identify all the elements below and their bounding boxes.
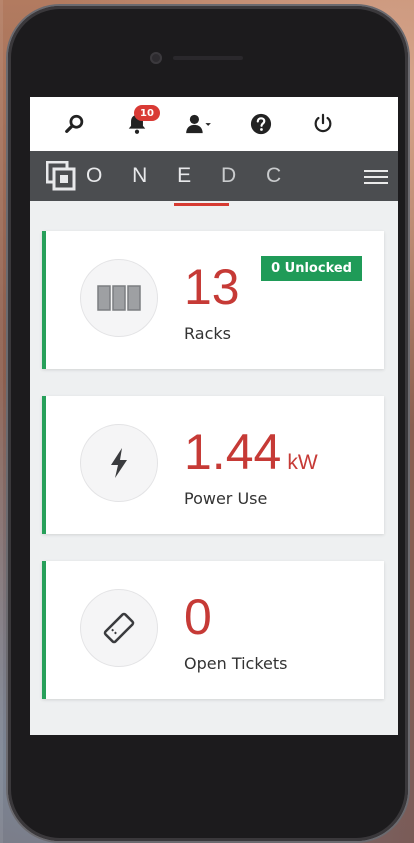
tickets-icon-circle [80, 589, 158, 667]
hamburger-line [364, 176, 388, 178]
search-icon [65, 114, 84, 133]
user-icon [186, 114, 211, 134]
caret-down-icon [205, 123, 211, 126]
open-tickets-count: 0 [184, 589, 212, 645]
hamburger-line [364, 170, 388, 172]
power-logout-button[interactable] [292, 97, 354, 151]
brand-name-one: O N E [86, 164, 204, 187]
onedc-logo-icon [46, 161, 76, 191]
racks-card[interactable]: 13 Racks 0 Unlocked [42, 231, 384, 369]
earpiece-speaker [173, 56, 243, 60]
active-tab-indicator [174, 203, 229, 206]
ticket-icon [103, 612, 135, 644]
unlocked-status-badge: 0 Unlocked [261, 256, 362, 281]
brand-name-dc: D C [221, 164, 294, 187]
top-toolbar: 10 [30, 97, 398, 151]
racks-count: 13 [184, 259, 240, 315]
power-use-label: Power Use [184, 489, 268, 508]
app-screen: 10 O N E D C 13 Racks 0 Unlocked 1.44 kW… [30, 97, 398, 735]
help-icon [250, 113, 272, 135]
front-camera [150, 52, 162, 64]
notification-count-badge: 10 [134, 105, 160, 121]
user-menu-button[interactable] [168, 97, 230, 151]
brand-header: O N E D C [30, 151, 398, 201]
power-icon-circle [80, 424, 158, 502]
racks-icon-circle [80, 259, 158, 337]
power-use-value: 1.44 kW [184, 424, 318, 480]
open-tickets-label: Open Tickets [184, 654, 288, 673]
rack-icon [97, 285, 141, 311]
notifications-button[interactable]: 10 [106, 97, 168, 151]
help-button[interactable] [230, 97, 292, 151]
search-button[interactable] [44, 97, 106, 151]
menu-toggle-button[interactable] [364, 166, 388, 186]
hamburger-line [364, 182, 388, 184]
racks-label: Racks [184, 324, 231, 343]
open-tickets-card[interactable]: 0 Open Tickets [42, 561, 384, 699]
brand-name: O N E D C [86, 164, 293, 188]
power-unit: kW [287, 451, 318, 474]
power-icon [314, 113, 332, 133]
bolt-icon [111, 448, 127, 478]
power-use-card[interactable]: 1.44 kW Power Use [42, 396, 384, 534]
